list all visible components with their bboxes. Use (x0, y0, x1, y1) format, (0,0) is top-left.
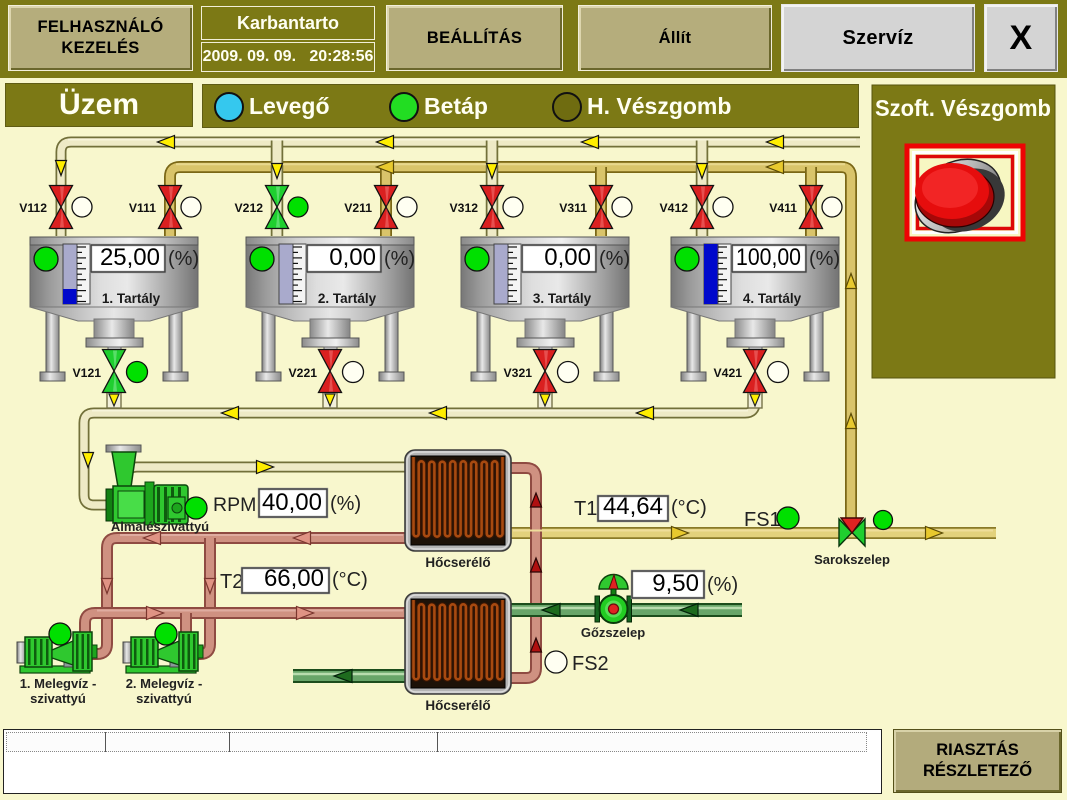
svg-text:1. Melegvíz -: 1. Melegvíz - (20, 676, 97, 691)
svg-text:V111: V111 (129, 201, 156, 215)
svg-text:Sarokszelep: Sarokszelep (814, 552, 890, 567)
svg-text:RPM: RPM (213, 494, 256, 516)
svg-text:V112: V112 (19, 201, 47, 215)
svg-text:(%): (%) (168, 248, 199, 270)
svg-text:(%): (%) (707, 574, 738, 596)
svg-text:(%): (%) (330, 493, 361, 515)
svg-text:V121: V121 (73, 366, 102, 380)
svg-text:V221: V221 (289, 366, 318, 380)
svg-text:Szoft. Vészgomb: Szoft. Vészgomb (875, 95, 1051, 121)
svg-text:0,00: 0,00 (544, 244, 591, 271)
svg-text:(°C): (°C) (671, 497, 707, 519)
svg-text:40,00: 40,00 (262, 489, 322, 516)
svg-text:(%): (%) (809, 248, 840, 270)
svg-text:V321: V321 (504, 366, 533, 380)
svg-text:Hőcserélő: Hőcserélő (425, 555, 490, 570)
svg-text:V312: V312 (450, 201, 479, 215)
svg-text:66,00: 66,00 (264, 565, 324, 592)
svg-text:T1: T1 (574, 498, 597, 520)
svg-text:szivattyú: szivattyú (30, 691, 86, 706)
svg-text:(%): (%) (599, 248, 630, 270)
svg-text:44,64: 44,64 (603, 493, 663, 520)
svg-text:25,00: 25,00 (100, 244, 160, 271)
svg-text:szivattyú: szivattyú (136, 691, 192, 706)
svg-text:V311: V311 (559, 201, 587, 215)
svg-text:9,50: 9,50 (652, 570, 699, 597)
svg-text:2. Tartály: 2. Tartály (318, 291, 377, 306)
svg-text:V411: V411 (769, 201, 797, 215)
svg-text:V421: V421 (714, 366, 743, 380)
svg-text:4. Tartály: 4. Tartály (743, 291, 802, 306)
svg-text:3. Tartály: 3. Tartály (533, 291, 592, 306)
svg-text:V212: V212 (235, 201, 264, 215)
svg-text:2. Melegvíz -: 2. Melegvíz - (126, 676, 203, 691)
svg-text:FS1: FS1 (744, 509, 781, 531)
svg-text:T2: T2 (220, 571, 243, 593)
svg-text:FS2: FS2 (572, 653, 609, 675)
svg-text:Hőcserélő: Hőcserélő (425, 698, 490, 713)
svg-text:0,00: 0,00 (329, 244, 376, 271)
svg-text:100,00: 100,00 (736, 244, 801, 271)
svg-text:V211: V211 (344, 201, 372, 215)
svg-text:Almalészivattyú: Almalészivattyú (111, 519, 209, 534)
svg-text:V412: V412 (660, 201, 689, 215)
svg-text:(°C): (°C) (332, 569, 368, 591)
svg-text:Gőzszelep: Gőzszelep (581, 625, 645, 640)
svg-text:(%): (%) (384, 248, 415, 270)
svg-text:1. Tartály: 1. Tartály (102, 291, 161, 306)
